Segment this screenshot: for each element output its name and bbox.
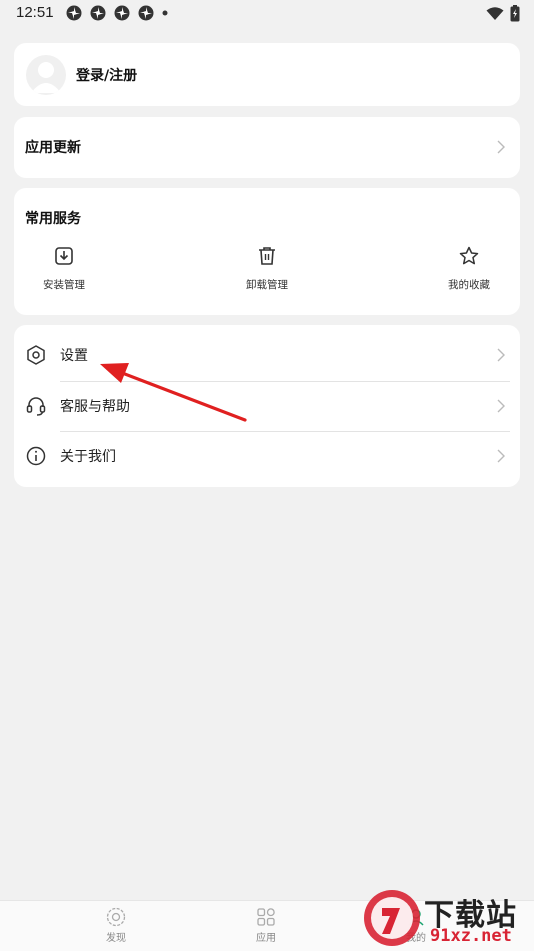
service-uninstall-management[interactable]: 卸载管理 (222, 245, 312, 292)
trash-icon (259, 247, 275, 265)
annotation-arrow (100, 363, 247, 422)
system-icons (486, 5, 520, 22)
status-time: 12:51 (16, 4, 54, 21)
watermark: 下载站 91xz.net (360, 886, 534, 950)
menu-label: 设置 (60, 348, 88, 364)
watermark-logo-icon (364, 890, 420, 946)
menu-card: 设置 客服与帮助 关于我们 (14, 325, 520, 487)
apps-grid-icon (257, 908, 275, 926)
info-icon (26, 446, 46, 466)
chevron-right-icon (497, 449, 505, 463)
service-install-management[interactable]: 安装管理 (19, 245, 109, 292)
headset-icon (26, 397, 46, 416)
login-card[interactable]: 登录/注册 (14, 43, 520, 106)
watermark-url: 91xz.net (430, 926, 512, 946)
nav-item-apps[interactable]: 应用 (236, 907, 296, 944)
service-my-favorites[interactable]: 我的收藏 (424, 245, 514, 292)
chevron-right-icon (497, 348, 505, 362)
service-label: 我的收藏 (448, 279, 490, 291)
chevron-right-icon (497, 399, 505, 413)
services-card: 常用服务 安装管理 卸载管理 我的收藏 (14, 188, 520, 315)
star-icon (459, 246, 479, 265)
battery-charging-icon (510, 5, 520, 22)
dot-icon (162, 10, 168, 16)
chevron-right-icon (497, 140, 505, 154)
notification-icons (66, 5, 168, 21)
menu-item-about-us[interactable]: 关于我们 (14, 431, 520, 481)
settings-hexagon-icon (27, 345, 45, 365)
pinwheel-icon (66, 5, 82, 21)
service-label: 卸载管理 (246, 279, 288, 291)
menu-label: 关于我们 (60, 449, 116, 465)
discover-icon (106, 907, 126, 927)
avatar[interactable] (26, 55, 66, 95)
service-label: 安装管理 (43, 279, 85, 291)
services-title: 常用服务 (25, 211, 81, 227)
login-register-label[interactable]: 登录/注册 (76, 65, 137, 85)
pinwheel-icon (138, 5, 154, 21)
install-download-icon (55, 247, 73, 265)
menu-item-settings[interactable]: 设置 (14, 330, 520, 380)
app-update-row[interactable]: 应用更新 (14, 117, 520, 178)
menu-item-customer-service[interactable]: 客服与帮助 (14, 381, 520, 431)
pinwheel-icon (90, 5, 106, 21)
wifi-icon (486, 6, 504, 20)
nav-label: 应用 (256, 933, 276, 944)
user-avatar-icon (31, 62, 61, 93)
app-update-label: 应用更新 (25, 140, 81, 156)
nav-item-discover[interactable]: 发现 (86, 907, 146, 944)
status-bar: 12:51 (0, 0, 534, 28)
nav-label: 发现 (106, 933, 126, 944)
pinwheel-icon (114, 5, 130, 21)
